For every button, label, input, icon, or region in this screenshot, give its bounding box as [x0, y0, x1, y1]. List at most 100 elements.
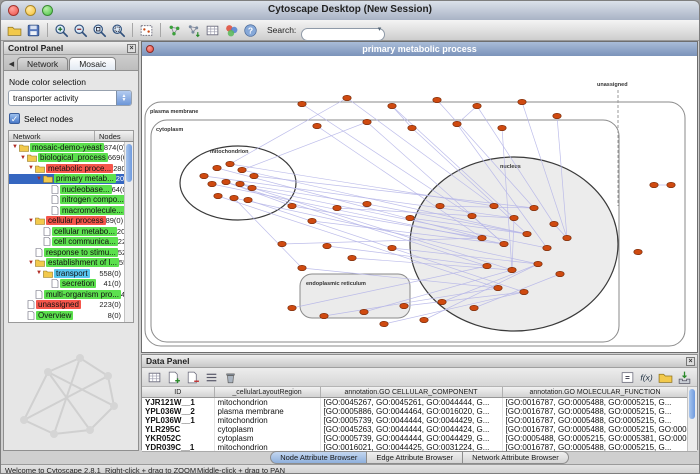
- tree-row[interactable]: ▼biological_process669(0): [9, 153, 133, 164]
- network-canvas[interactable]: plasma membranecytoplasmnucleusmitochond…: [142, 56, 697, 352]
- control-panel-close-icon[interactable]: ×: [127, 44, 136, 53]
- graph-node[interactable]: [563, 235, 571, 240]
- tree-row[interactable]: Overview8(0): [9, 310, 133, 321]
- graph-node[interactable]: [226, 161, 234, 166]
- graph-node[interactable]: [320, 313, 328, 318]
- network-frame-titlebar[interactable]: primary metabolic process: [142, 42, 697, 57]
- graph-node[interactable]: [478, 235, 486, 240]
- graph-node[interactable]: [323, 243, 331, 248]
- graph-node[interactable]: [468, 213, 476, 218]
- zoom-fit-icon[interactable]: [110, 22, 127, 39]
- show-all-icon[interactable]: [138, 22, 155, 39]
- graph-node[interactable]: [213, 165, 221, 170]
- tab-edge-attribute-browser[interactable]: Edge Attribute Browser: [367, 451, 463, 464]
- tree-header-network[interactable]: Network: [9, 131, 95, 141]
- graph-node[interactable]: [473, 103, 481, 108]
- help-icon[interactable]: ?: [242, 22, 259, 39]
- table-cell[interactable]: [GO:0045263, GO:0044444, GO:0044424, G..…: [320, 425, 502, 434]
- graph-node[interactable]: [363, 201, 371, 206]
- graph-node[interactable]: [208, 181, 216, 186]
- table-column-header[interactable]: _cellularLayoutRegion: [214, 387, 320, 398]
- equation-icon[interactable]: =: [619, 369, 636, 386]
- graph-node[interactable]: [298, 101, 306, 106]
- window-titlebar[interactable]: Cytoscape Desktop (New Session): [1, 1, 699, 21]
- table-cell[interactable]: mitochondrion: [214, 416, 320, 425]
- graph-node[interactable]: [313, 123, 321, 128]
- table-scrollbar-thumb[interactable]: [689, 389, 695, 419]
- graph-node[interactable]: [244, 197, 252, 202]
- tree-row[interactable]: response to stimu...52(0): [9, 247, 133, 258]
- delete-attribute-icon[interactable]: [184, 369, 201, 386]
- graph-node[interactable]: [510, 215, 518, 220]
- table-cell[interactable]: [GO:0005488, GO:0005215, GO:0005381, GO:…: [502, 434, 688, 443]
- graph-node[interactable]: [236, 181, 244, 186]
- tree-row[interactable]: macromolecule...311(0): [9, 205, 133, 216]
- tab-scroll-left-icon[interactable]: ◀: [6, 60, 17, 70]
- tree-row[interactable]: cellular metabo...209(0): [9, 226, 133, 237]
- table-row[interactable]: YKR052Ccytoplasm[GO:0005739, GO:0044444,…: [142, 434, 688, 443]
- tree-row[interactable]: ▼cellular process89(0): [9, 216, 133, 227]
- graph-node[interactable]: [500, 241, 508, 246]
- table-column-header[interactable]: ID: [142, 387, 214, 398]
- graph-node[interactable]: [523, 231, 531, 236]
- table-cell[interactable]: YKR052C: [142, 434, 214, 443]
- table-column-header[interactable]: annotation.GO CELLULAR_COMPONENT: [320, 387, 502, 398]
- graph-node[interactable]: [556, 271, 564, 276]
- graph-node[interactable]: [408, 125, 416, 130]
- data-panel-close-icon[interactable]: ×: [686, 357, 695, 366]
- graph-node[interactable]: [400, 303, 408, 308]
- graph-node[interactable]: [650, 182, 658, 187]
- tree-row[interactable]: unassigned223(0): [9, 300, 133, 311]
- table-cell[interactable]: [GO:0005886, GO:0044464, GO:0016020, G..…: [320, 407, 502, 416]
- zoom-selected-icon[interactable]: [91, 22, 108, 39]
- zoom-out-icon[interactable]: [72, 22, 89, 39]
- table-cell[interactable]: cytoplasm: [214, 425, 320, 434]
- open-session-icon[interactable]: [6, 22, 23, 39]
- graph-node[interactable]: [333, 205, 341, 210]
- attribute-select-icon[interactable]: [146, 369, 163, 386]
- graph-node[interactable]: [494, 285, 502, 290]
- tree-row[interactable]: nucleobase...64(0): [9, 184, 133, 195]
- graph-node[interactable]: [288, 203, 296, 208]
- node-color-dropdown[interactable]: transporter activity ▲▼: [8, 90, 132, 106]
- graph-node[interactable]: [453, 121, 461, 126]
- table-cell[interactable]: [GO:0016787, GO:0005488, GO:0005215, G..…: [502, 407, 688, 416]
- table-cell[interactable]: mitochondrion: [214, 398, 320, 408]
- graph-node[interactable]: [308, 218, 316, 223]
- graph-node[interactable]: [543, 245, 551, 250]
- tree-row[interactable]: cell communica...22(0): [9, 237, 133, 248]
- graph-node[interactable]: [388, 245, 396, 250]
- control-panel-tab-network[interactable]: Network: [17, 57, 68, 70]
- tree-expand-icon[interactable]: ▼: [27, 165, 35, 171]
- graph-node[interactable]: [222, 179, 230, 184]
- tree-row[interactable]: secretion41(0): [9, 279, 133, 290]
- graph-node[interactable]: [483, 263, 491, 268]
- graph-node[interactable]: [388, 103, 396, 108]
- table-cell[interactable]: plasma membrane: [214, 407, 320, 416]
- tree-row[interactable]: ▼establishment of l...558(0): [9, 258, 133, 269]
- save-session-icon[interactable]: [25, 22, 42, 39]
- graph-node[interactable]: [230, 195, 238, 200]
- tree-expand-icon[interactable]: ▼: [35, 176, 43, 182]
- table-cell[interactable]: [GO:0016787, GO:0005488, GO:0005215, G..…: [502, 398, 688, 408]
- table-cell[interactable]: YJR121W__1: [142, 398, 214, 408]
- graph-node[interactable]: [298, 265, 306, 270]
- tree-row[interactable]: ▼primary metab...209(0): [9, 174, 133, 185]
- tab-network-attribute-browser[interactable]: Network Attribute Browser: [463, 451, 569, 464]
- table-row[interactable]: YPL036W__1mitochondrion[GO:0005739, GO:0…: [142, 416, 688, 425]
- tree-expand-icon[interactable]: ▼: [19, 155, 27, 161]
- tree-row[interactable]: ▼metabolic proce...280(0): [9, 163, 133, 174]
- tree-expand-icon[interactable]: ▼: [27, 260, 35, 266]
- tree-expand-icon[interactable]: ▼: [27, 218, 35, 224]
- graph-node[interactable]: [634, 249, 642, 254]
- new-network-icon[interactable]: [166, 22, 183, 39]
- graph-node[interactable]: [343, 95, 351, 100]
- table-cell[interactable]: cytoplasm: [214, 434, 320, 443]
- table-cell[interactable]: YPL036W__2: [142, 407, 214, 416]
- import-icon[interactable]: [676, 369, 693, 386]
- select-nodes-checkbox[interactable]: ✓: [9, 113, 20, 124]
- graph-node[interactable]: [550, 221, 558, 226]
- import-table-icon[interactable]: [204, 22, 221, 39]
- open-folder-icon[interactable]: [657, 369, 674, 386]
- graph-node[interactable]: [360, 309, 368, 314]
